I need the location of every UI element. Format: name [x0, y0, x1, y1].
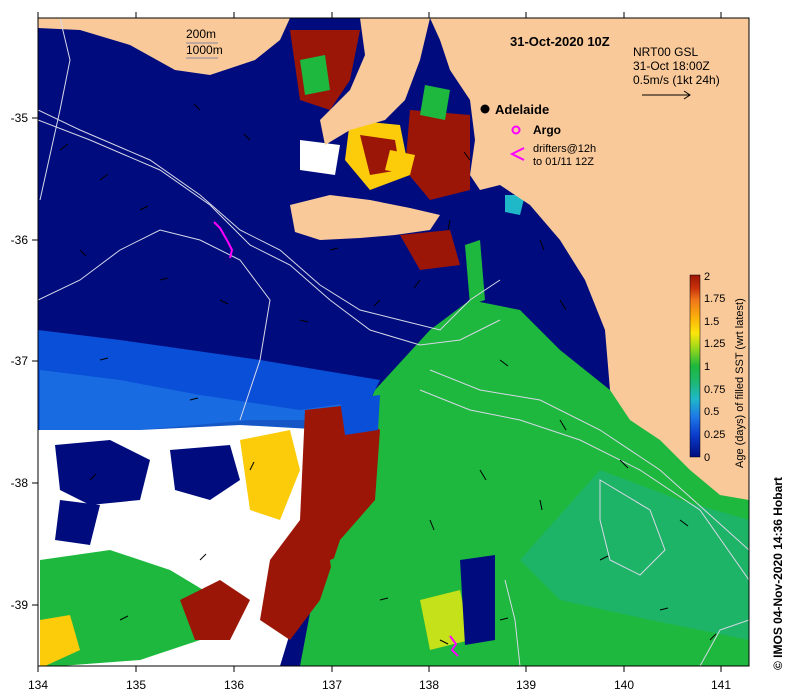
cb-tick-1: 1 — [704, 361, 710, 373]
blue-gap-patch — [340, 395, 380, 435]
y-tick-38: -38 — [11, 476, 29, 490]
deep-blue-patch-south — [460, 555, 495, 645]
cb-tick-0-5: 0.5 — [704, 406, 719, 418]
y-tick-35: -35 — [11, 111, 29, 125]
y-tick-39: -39 — [11, 598, 29, 612]
depth-contour-200m: 200m — [186, 27, 216, 41]
product-time: 31-Oct 18:00Z — [633, 59, 710, 73]
velocity-scale-label: 0.5m/s (1kt 24h) — [633, 73, 720, 87]
x-axis-labels: 134 135 136 137 138 139 140 141 — [28, 678, 731, 692]
x-tick-141: 141 — [711, 678, 731, 692]
colorbar-label: Age (days) of filled SST (wrt latest) — [734, 298, 746, 468]
product-name: NRT00 GSL — [633, 45, 698, 59]
adelaide-marker — [480, 104, 490, 114]
y-axis-labels: -35 -36 -37 -38 -39 — [11, 111, 29, 612]
x-tick-138: 138 — [419, 678, 439, 692]
cb-tick-0-75: 0.75 — [704, 384, 725, 396]
green-patch-spencer — [300, 55, 330, 95]
map-title: 31-Oct-2020 10Z — [510, 34, 610, 49]
depth-contour-1000m: 1000m — [186, 43, 223, 57]
colorbar-gradient — [689, 274, 701, 458]
x-tick-135: 135 — [126, 678, 146, 692]
adelaide-label: Adelaide — [495, 102, 549, 117]
green-patch-gsv — [420, 85, 450, 120]
x-tick-137: 137 — [322, 678, 342, 692]
sst-age-map: 134 135 136 137 138 139 140 141 -35 -36 … — [11, 12, 785, 692]
y-tick-36: -36 — [11, 233, 29, 247]
x-tick-136: 136 — [224, 678, 244, 692]
imos-credit: © IMOS 04-Nov-2020 14:36 Hobart — [771, 477, 785, 670]
x-tick-140: 140 — [614, 678, 634, 692]
argo-label: Argo — [533, 123, 561, 137]
cb-tick-1-25: 1.25 — [704, 338, 725, 350]
cb-tick-1-5: 1.5 — [704, 316, 719, 328]
map-plot-area — [38, 18, 749, 666]
x-tick-139: 139 — [516, 678, 536, 692]
white-patch-north — [300, 140, 340, 175]
cb-tick-0-25: 0.25 — [704, 429, 725, 441]
drifter-label-line1: drifters@12h — [533, 143, 596, 155]
y-tick-37: -37 — [11, 354, 29, 368]
x-tick-134: 134 — [28, 678, 48, 692]
cb-tick-1-75: 1.75 — [704, 293, 725, 305]
cb-tick-2: 2 — [704, 271, 710, 283]
cb-tick-0: 0 — [704, 452, 710, 464]
drifter-label-line2: to 01/11 12Z — [533, 156, 594, 168]
